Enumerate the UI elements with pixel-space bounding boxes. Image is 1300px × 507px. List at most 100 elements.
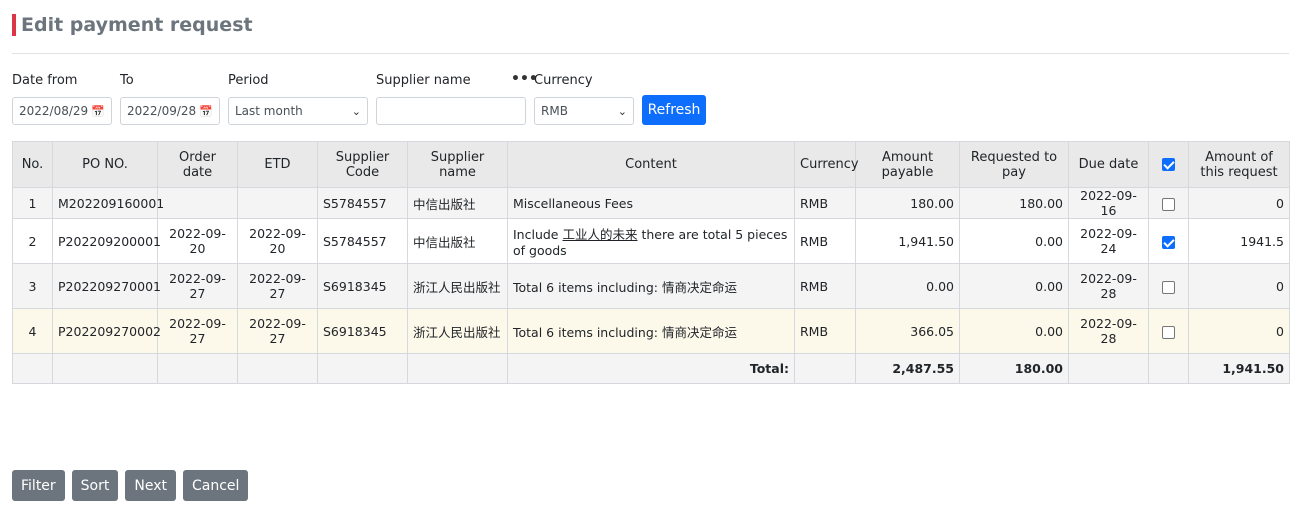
table-row[interactable]: 2 P202209200001 2022-09-20 2022-09-20 S5… <box>12 218 1290 264</box>
cell-amount-payable: 0.00 <box>855 263 960 309</box>
cell-order-date: 2022-09-27 <box>157 263 238 309</box>
cell-amount-of-request[interactable]: 1941.5 <box>1188 218 1290 264</box>
cell-amount-payable: 366.05 <box>855 308 960 354</box>
filter-button[interactable]: Filter <box>12 470 65 501</box>
cell-po-no: P202209270002 <box>52 308 161 354</box>
row-checkbox[interactable] <box>1162 280 1175 294</box>
cell-supplier-name: 浙江人民出版社 <box>407 308 508 354</box>
total-empty-cell <box>794 353 856 384</box>
header-currency[interactable]: Currency <box>794 141 859 188</box>
cell-supplier-name: 中信出版社 <box>407 187 508 219</box>
header-supplier-code[interactable]: Supplier Code <box>317 141 408 188</box>
page-title: Edit payment request <box>21 14 253 36</box>
cell-due-date: 2022-09-24 <box>1068 218 1149 264</box>
total-empty-cell <box>407 353 508 384</box>
cell-content: Total 6 items including: 情商决定命运 <box>507 308 795 354</box>
cell-due-date: 2022-09-28 <box>1068 308 1149 354</box>
header-select-all <box>1148 141 1189 188</box>
row-checkbox[interactable] <box>1162 325 1175 339</box>
calendar-icon[interactable]: 📅 <box>91 105 105 118</box>
header-po-no[interactable]: PO NO. <box>52 141 158 188</box>
header-content[interactable]: Content <box>507 141 795 188</box>
chevron-down-icon: ⌄ <box>617 104 627 118</box>
header-requested-to-pay[interactable]: Requested to pay <box>959 141 1069 188</box>
cell-po-no: M202209160001 <box>52 187 164 219</box>
sort-button[interactable]: Sort <box>71 470 119 501</box>
next-button[interactable]: Next <box>125 470 176 501</box>
cell-etd: 2022-09-20 <box>237 218 318 264</box>
header-due-date[interactable]: Due date <box>1068 141 1149 188</box>
cell-content: Include 工业人的未来 there are total 5 pieces … <box>507 218 795 264</box>
total-empty-cell <box>1068 353 1149 384</box>
supplier-name-input[interactable] <box>376 97 526 125</box>
total-empty-cell <box>1148 353 1189 384</box>
cell-amount-of-request[interactable]: 0 <box>1188 187 1290 219</box>
table-row[interactable]: 3 P202209270001 2022-09-27 2022-09-27 S6… <box>12 263 1290 309</box>
cell-amount-of-request[interactable]: 0 <box>1188 308 1290 354</box>
table-row[interactable]: 1 M202209160001 S5784557 中信出版社 Miscellan… <box>12 187 1290 219</box>
cell-order-date: 2022-09-27 <box>157 308 238 354</box>
chevron-down-icon: ⌄ <box>351 104 361 118</box>
header-etd[interactable]: ETD <box>237 141 318 188</box>
total-amount-of-request: 1,941.50 <box>1188 353 1290 384</box>
cell-order-date: 2022-09-20 <box>157 218 238 264</box>
total-empty-cell <box>237 353 318 384</box>
header-order-date[interactable]: Order date <box>157 141 238 188</box>
cell-select <box>1148 187 1189 219</box>
cell-select <box>1148 308 1189 354</box>
currency-select[interactable]: RMB ⌄ <box>534 97 634 125</box>
cell-requested-to-pay: 180.00 <box>959 187 1069 219</box>
calendar-icon[interactable]: 📅 <box>199 105 213 118</box>
cell-etd <box>237 187 318 219</box>
content-text: Miscellaneous Fees <box>513 195 634 211</box>
period-label: Period <box>228 73 269 88</box>
cell-currency: RMB <box>794 187 856 219</box>
header-amount-of-request[interactable]: Amount of this request <box>1188 141 1290 188</box>
cell-po-no: P202209200001 <box>52 218 161 264</box>
cell-no: 4 <box>12 308 53 354</box>
header-supplier-name[interactable]: Supplier name <box>407 141 508 188</box>
date-to-label: To <box>120 73 134 88</box>
total-empty-cell <box>12 353 53 384</box>
total-empty-cell <box>157 353 238 384</box>
date-from-label: Date from <box>12 73 78 88</box>
cell-order-date <box>157 187 238 219</box>
date-from-value: 2022/08/29 <box>19 104 89 118</box>
cell-amount-of-request[interactable]: 0 <box>1188 263 1290 309</box>
content-link[interactable]: 工业人的未来 <box>562 227 637 242</box>
content-highlight: 情商决定命运 <box>661 324 737 340</box>
action-bar: Filter Sort Next Cancel <box>12 470 255 501</box>
header-amount-payable[interactable]: Amount payable <box>855 141 960 188</box>
cell-amount-payable: 1,941.50 <box>855 218 960 264</box>
cell-requested-to-pay: 0.00 <box>959 263 1069 309</box>
header-no[interactable]: No. <box>12 141 53 188</box>
cell-select <box>1148 218 1189 264</box>
total-row: Total: 2,487.55 180.00 1,941.50 <box>12 353 1290 384</box>
row-checkbox[interactable] <box>1162 235 1175 249</box>
cell-amount-payable: 180.00 <box>855 187 960 219</box>
total-label: Total: <box>507 353 795 384</box>
cell-currency: RMB <box>794 263 856 309</box>
cell-supplier-name: 浙江人民出版社 <box>407 263 508 309</box>
supplier-name-label: Supplier name <box>376 73 471 88</box>
cell-select <box>1148 263 1189 309</box>
cell-po-no: P202209270001 <box>52 263 161 309</box>
table-row[interactable]: 4 P202209270002 2022-09-27 2022-09-27 S6… <box>12 308 1290 354</box>
period-select[interactable]: Last month ⌄ <box>228 97 368 125</box>
select-all-checkbox[interactable] <box>1162 158 1175 171</box>
row-checkbox[interactable] <box>1162 197 1175 211</box>
cell-no: 1 <box>12 187 53 219</box>
refresh-button[interactable]: Refresh <box>642 95 706 125</box>
cell-no: 2 <box>12 218 53 264</box>
currency-label: Currency <box>534 73 593 88</box>
content-highlight: 情商决定命运 <box>661 279 737 295</box>
content-text: Total 6 items including: <box>513 324 662 340</box>
cell-supplier-code: S5784557 <box>317 187 408 219</box>
payment-table: No. PO NO. Order date ETD Supplier Code … <box>12 141 1290 384</box>
total-requested-to-pay: 180.00 <box>959 353 1069 384</box>
total-empty-cell <box>317 353 408 384</box>
cell-etd: 2022-09-27 <box>237 263 318 309</box>
date-from-input[interactable]: 2022/08/29 📅 <box>12 97 112 125</box>
date-to-input[interactable]: 2022/09/28 📅 <box>120 97 220 125</box>
cancel-button[interactable]: Cancel <box>183 470 249 501</box>
